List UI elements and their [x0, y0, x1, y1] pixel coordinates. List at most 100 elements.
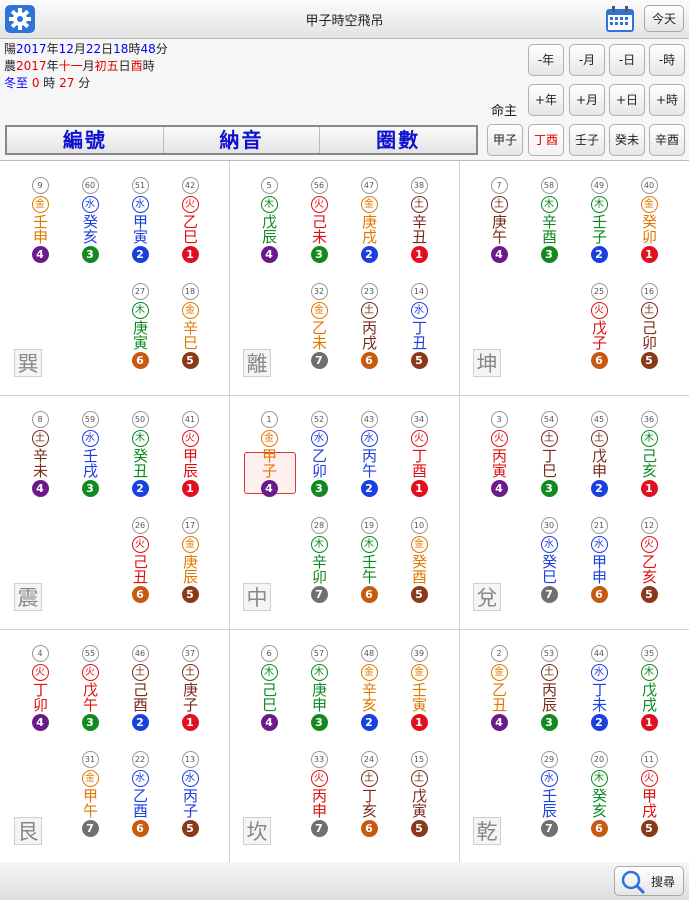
star-column[interactable]: 31 金甲午 7 [79, 751, 101, 837]
element-badge: 木 [540, 196, 558, 213]
star-column[interactable]: 29 水壬辰 7 [538, 751, 560, 837]
element-badge: 土 [181, 664, 199, 681]
plus-button[interactable]: +月 [569, 84, 605, 116]
calendar-icon[interactable] [605, 6, 635, 33]
star-column[interactable]: 53 土丙辰 3 [538, 645, 560, 731]
star-column[interactable]: 20 木癸亥 6 [588, 751, 610, 837]
mingzhu-button[interactable]: 甲子 [487, 124, 523, 156]
star-column[interactable]: 47 金庚戌 2 [358, 177, 380, 263]
star-column[interactable]: 32 金乙未 7 [308, 283, 330, 369]
minus-button[interactable]: -日 [609, 44, 645, 76]
star-column[interactable]: 36 木己亥 1 [638, 411, 660, 497]
star-column[interactable]: 1 金甲子 4 [258, 411, 280, 497]
star-column[interactable]: 50 木癸丑 2 [129, 411, 151, 497]
star-column[interactable]: 43 水丙午 2 [358, 411, 380, 497]
star-column[interactable]: 38 土辛丑 1 [408, 177, 430, 263]
ring-badge: 3 [540, 714, 558, 731]
ganzhi-text: 丙辰 [540, 682, 558, 712]
plus-button[interactable]: +日 [609, 84, 645, 116]
star-column[interactable]: 7 土庚午 4 [488, 177, 510, 263]
star-column[interactable]: 40 金癸卯 1 [638, 177, 660, 263]
mingzhu-button[interactable]: 壬子 [569, 124, 605, 156]
star-column[interactable]: 41 火甲辰 1 [179, 411, 201, 497]
plus-button[interactable]: +年 [528, 84, 564, 116]
star-column[interactable]: 28 木辛卯 7 [308, 517, 330, 603]
star-column[interactable]: 10 金癸酉 5 [408, 517, 430, 603]
ring-badge: 1 [181, 246, 199, 263]
star-column[interactable]: 3 火丙寅 4 [488, 411, 510, 497]
plus-button[interactable]: +時 [649, 84, 685, 116]
element-badge: 水 [360, 430, 378, 447]
star-column[interactable]: 48 金辛亥 2 [358, 645, 380, 731]
star-column[interactable]: 24 土丁亥 6 [358, 751, 380, 837]
solar-term: 冬至 0 時 27 分 [4, 75, 484, 92]
star-column[interactable]: 42 火乙巳 1 [179, 177, 201, 263]
star-column[interactable]: 19 木壬午 6 [358, 517, 380, 603]
star-column[interactable]: 44 水丁未 2 [588, 645, 610, 731]
star-column[interactable]: 22 水乙酉 6 [129, 751, 151, 837]
star-column[interactable]: 35 木戊戌 1 [638, 645, 660, 731]
star-column[interactable]: 16 土己卯 5 [638, 283, 660, 369]
ganzhi-text: 乙巳 [181, 214, 199, 244]
star-column[interactable]: 55 火戊午 3 [79, 645, 101, 731]
star-column[interactable]: 49 木壬子 2 [588, 177, 610, 263]
star-column[interactable]: 13 水丙子 5 [179, 751, 201, 837]
star-column[interactable]: 18 金辛巳 5 [179, 283, 201, 369]
star-column[interactable]: 54 土丁巳 3 [538, 411, 560, 497]
star-column[interactable]: 8 土辛未 4 [29, 411, 51, 497]
star-column[interactable]: 17 金庚辰 5 [179, 517, 201, 603]
star-column[interactable]: 6 木己巳 4 [258, 645, 280, 731]
star-column[interactable]: 12 火乙亥 5 [638, 517, 660, 603]
element-badge: 金 [310, 302, 328, 319]
star-column[interactable]: 34 火丁酉 1 [408, 411, 430, 497]
star-column[interactable]: 15 土戊寅 5 [408, 751, 430, 837]
star-column[interactable]: 33 火丙申 7 [308, 751, 330, 837]
ring-badge: 6 [360, 586, 378, 603]
star-column[interactable]: 57 木庚申 3 [308, 645, 330, 731]
star-column[interactable]: 26 火己丑 6 [129, 517, 151, 603]
minus-button[interactable]: -月 [569, 44, 605, 76]
ring-badge: 5 [181, 820, 199, 837]
star-column[interactable]: 9 金壬申 4 [29, 177, 51, 263]
star-column[interactable]: 4 火丁卯 4 [29, 645, 51, 731]
today-button[interactable]: 今天 [644, 5, 684, 32]
star-column[interactable]: 58 木辛酉 3 [538, 177, 560, 263]
minus-button[interactable]: -年 [528, 44, 564, 76]
star-column[interactable]: 2 金乙丑 4 [488, 645, 510, 731]
mingzhu-button[interactable]: 辛酉 [649, 124, 685, 156]
bottom-toolbar [0, 862, 689, 900]
star-column[interactable]: 51 水甲寅 2 [129, 177, 151, 263]
star-column[interactable]: 37 土庚子 1 [179, 645, 201, 731]
minus-button[interactable]: -時 [649, 44, 685, 76]
star-column[interactable]: 39 金壬寅 1 [408, 645, 430, 731]
star-column[interactable]: 45 土戊申 2 [588, 411, 610, 497]
star-column[interactable]: 52 水乙卯 3 [308, 411, 330, 497]
star-number: 51 [131, 177, 149, 194]
star-column[interactable]: 30 水癸巳 7 [538, 517, 560, 603]
star-column[interactable]: 56 火己未 3 [308, 177, 330, 263]
star-number: 57 [310, 645, 328, 662]
star-column[interactable]: 60 水癸亥 3 [79, 177, 101, 263]
star-number: 29 [540, 751, 558, 768]
date-part: 時 [128, 42, 141, 56]
search-button[interactable]: 搜尋 [614, 866, 684, 896]
mingzhu-button[interactable]: 癸未 [609, 124, 645, 156]
ganzhi-text: 壬午 [360, 554, 378, 584]
star-number: 25 [590, 283, 608, 300]
palace-label: 兌 [473, 583, 501, 611]
star-column[interactable]: 25 火戊子 6 [588, 283, 610, 369]
star-column[interactable]: 27 木庚寅 6 [129, 283, 151, 369]
star-column[interactable]: 14 水丁丑 5 [408, 283, 430, 369]
star-number: 40 [640, 177, 658, 194]
ganzhi-text: 壬申 [31, 214, 49, 244]
star-column[interactable]: 59 水壬戌 3 [79, 411, 101, 497]
mingzhu-button[interactable]: 丁酉 [528, 124, 564, 156]
ring-badge: 2 [590, 714, 608, 731]
palace-label: 震 [14, 583, 42, 611]
star-column[interactable]: 5 木戊辰 4 [258, 177, 280, 263]
star-column[interactable]: 46 土己酉 2 [129, 645, 151, 731]
star-column[interactable]: 11 火甲戌 5 [638, 751, 660, 837]
ganzhi-text: 乙丑 [490, 682, 508, 712]
star-column[interactable]: 21 水甲申 6 [588, 517, 610, 603]
star-column[interactable]: 23 土丙戌 6 [358, 283, 380, 369]
